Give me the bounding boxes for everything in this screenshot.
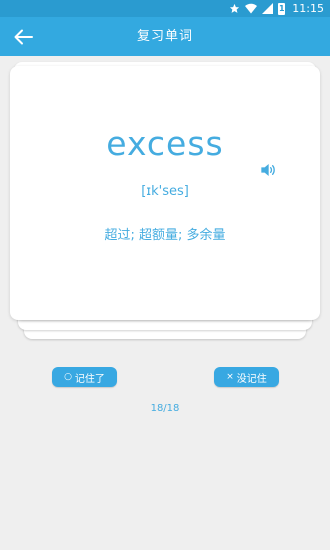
star-icon — [230, 3, 240, 13]
app-bar: 复习单词 — [0, 17, 330, 56]
word-text: excess — [106, 124, 224, 163]
status-bar: 1 11:15 — [0, 0, 330, 17]
not-remembered-button[interactable]: × 没记住 — [214, 367, 279, 387]
status-icons: 1 11:15 — [229, 2, 324, 15]
speaker-icon — [261, 164, 275, 176]
progress-counter: 18/18 — [150, 403, 180, 414]
meaning-text: 超过; 超额量; 多余量 — [104, 228, 226, 243]
circle-icon: ○ — [64, 372, 72, 382]
battery-icon: 1 — [278, 2, 286, 15]
remembered-button[interactable]: ○ 记住了 — [52, 367, 117, 387]
word-card[interactable]: excess [ɪk'ses] 超过; 超额量; 多余量 — [10, 66, 320, 320]
remembered-label: 记住了 — [74, 373, 105, 385]
battery-level: 1 — [279, 3, 285, 13]
wifi-icon — [245, 3, 258, 14]
phonetic-text: [ɪk'ses] — [141, 184, 189, 199]
cross-icon: × — [226, 372, 234, 382]
not-remembered-label: 没记住 — [236, 373, 267, 385]
page-title: 复习单词 — [136, 29, 193, 44]
status-time: 11:15 — [292, 2, 324, 15]
signal-icon — [262, 3, 274, 14]
pronounce-button[interactable] — [259, 161, 277, 179]
